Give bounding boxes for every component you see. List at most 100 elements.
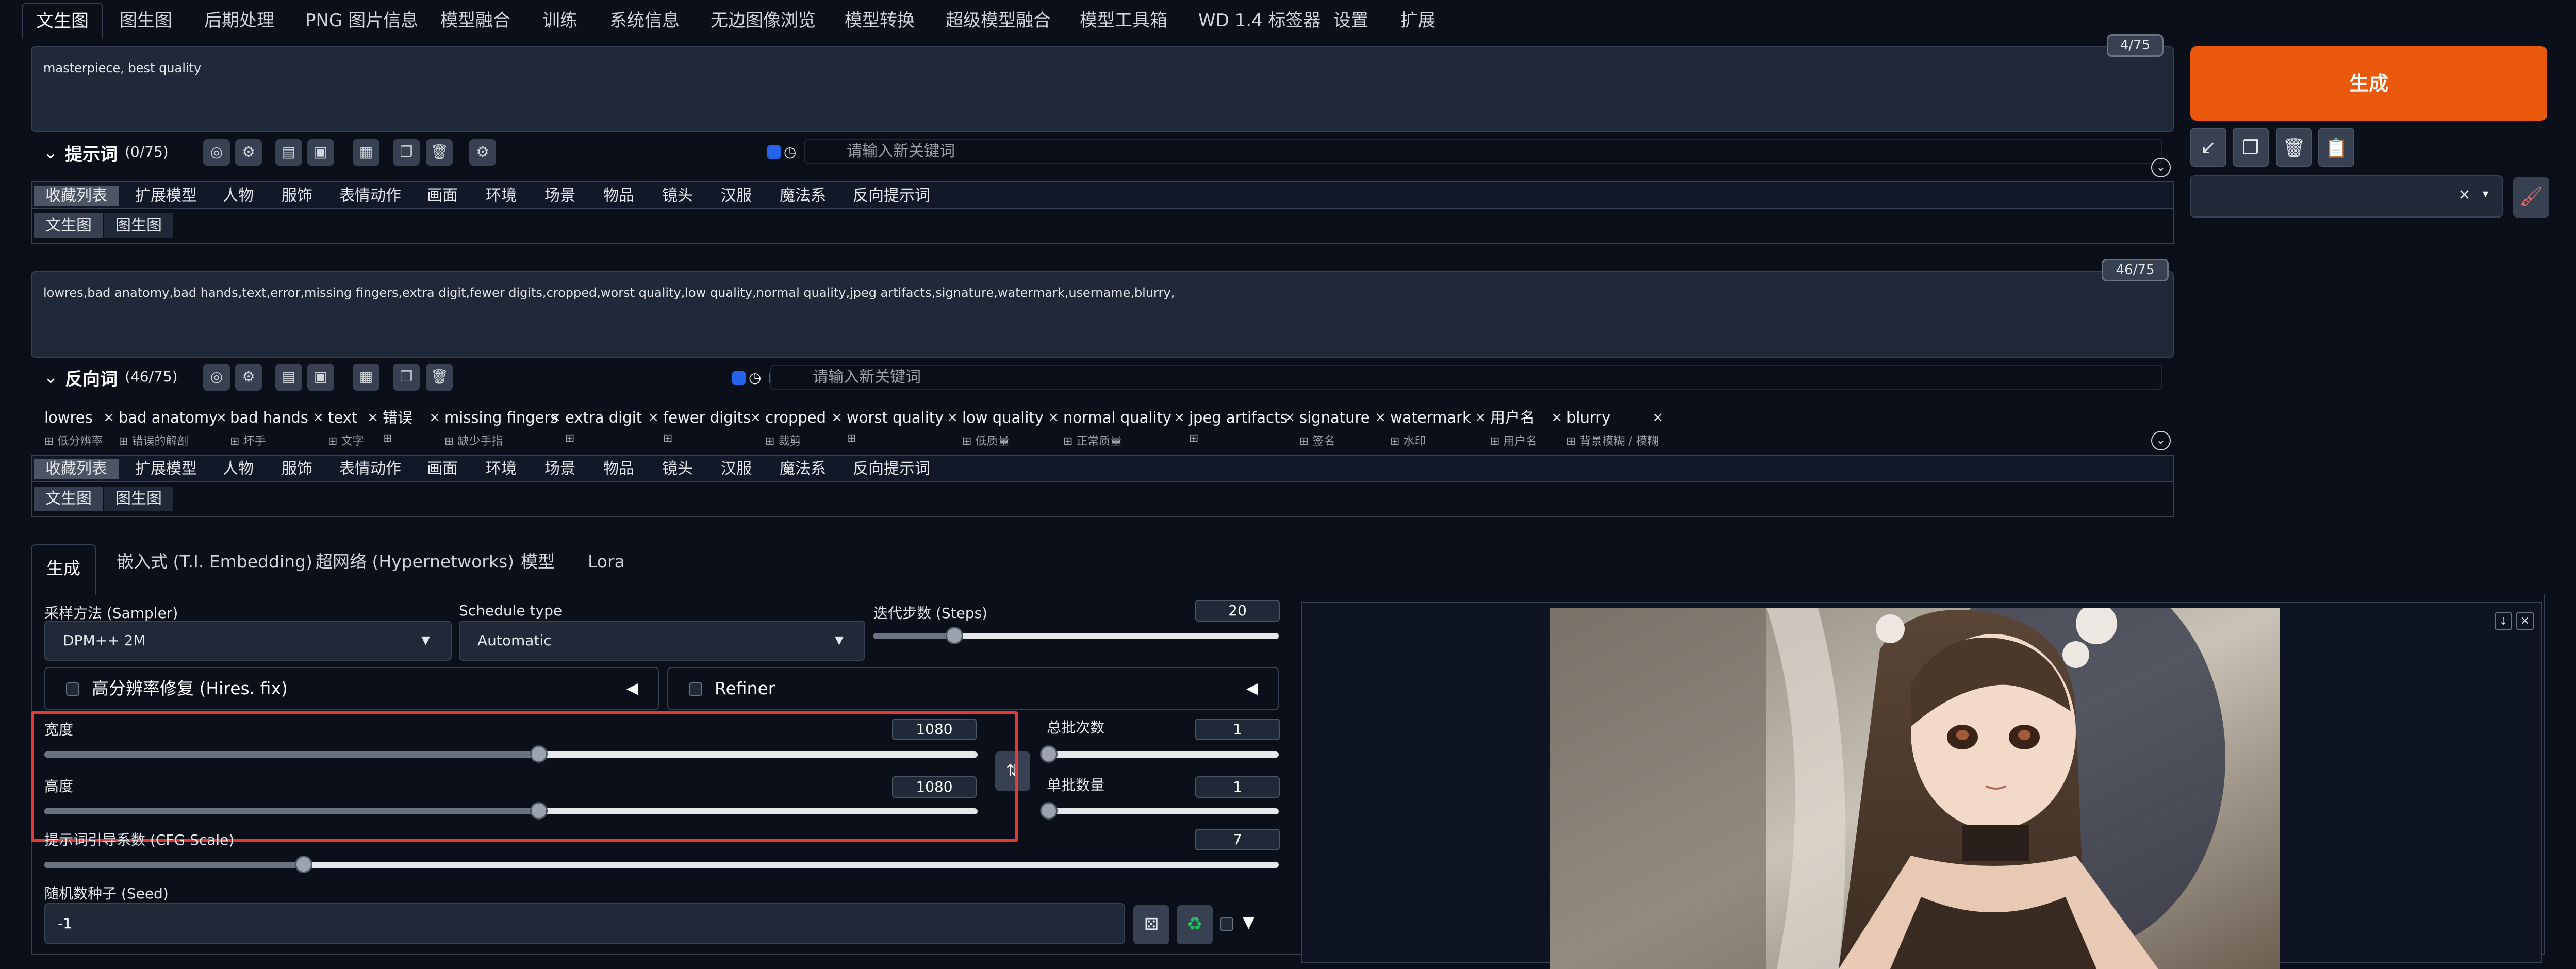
tag-chip[interactable]: jpeg artifacts × <box>1189 406 1295 429</box>
tag-chip[interactable]: 错误 × <box>383 406 440 429</box>
steps-input[interactable]: 20 <box>1195 600 1280 622</box>
hires-fix-accordion[interactable]: 高分辨率修复 (Hires. fix) ◀ <box>44 667 659 710</box>
tag-chip[interactable]: normal quality × <box>1063 406 1185 429</box>
tab-txt2img[interactable]: 文生图 <box>22 3 103 39</box>
tag-toggle-icon[interactable]: ⊞ <box>1490 435 1503 448</box>
remove-tag-icon[interactable]: × <box>1048 406 1059 429</box>
tab-settings[interactable]: 设置 <box>1333 7 1368 34</box>
tab-model-toolkit[interactable]: 模型工具箱 <box>1080 7 1167 34</box>
tag-chip[interactable]: text × <box>328 406 378 429</box>
panel-tab-lora[interactable]: Lora <box>588 546 625 577</box>
panel-tab-embedding[interactable]: 嵌入式 (T.I. Embedding) <box>117 546 312 577</box>
tag-chip[interactable]: signature × <box>1299 406 1386 429</box>
copy-icon[interactable]: ❐ <box>393 364 420 391</box>
tag-toggle-icon[interactable]: ⊞ <box>328 435 341 448</box>
remove-tag-icon[interactable]: × <box>550 406 561 429</box>
extra-seed-checkbox[interactable] <box>1220 917 1233 931</box>
tab-system-info[interactable]: 系统信息 <box>609 7 680 34</box>
panel-tab-model[interactable]: 模型 <box>521 546 555 577</box>
schedule-select[interactable]: Automatic ▼ <box>459 621 865 661</box>
tab-extensions[interactable]: 扩展 <box>1400 7 1435 34</box>
translate-icon[interactable]: ◎ <box>203 139 230 166</box>
sampler-select[interactable]: DPM++ 2M ▼ <box>44 621 452 661</box>
tag-toggle-icon[interactable]: ⊞ <box>847 432 856 445</box>
trash-icon[interactable]: 🗑 <box>426 139 453 166</box>
collapse-icon[interactable]: ⌄ <box>43 142 58 163</box>
cat-scene[interactable]: 场景 <box>544 459 575 479</box>
remove-tag-icon[interactable]: × <box>1652 406 1663 429</box>
tag-toggle-icon[interactable]: ⊞ <box>383 432 392 445</box>
tag-chip[interactable]: cropped × <box>765 406 843 429</box>
cat-favorites[interactable]: 收藏列表 <box>34 186 119 206</box>
tag-toggle-icon[interactable]: ⊞ <box>444 435 457 448</box>
reuse-seed-button[interactable]: ♻ <box>1177 905 1213 944</box>
remove-tag-icon[interactable]: × <box>429 406 440 429</box>
remove-tag-icon[interactable]: × <box>312 406 324 429</box>
tag-toggle-icon[interactable]: ⊞ <box>44 435 57 448</box>
styles-button[interactable]: 📋 <box>2318 128 2354 167</box>
random-seed-button[interactable]: ⚄ <box>1133 905 1169 944</box>
settings-icon[interactable]: ⚙ <box>469 139 496 166</box>
batch-size-slider-thumb[interactable] <box>1040 802 1058 820</box>
panel-tab-generate[interactable]: 生成 <box>31 544 96 595</box>
negative-keyword-input[interactable]: 请输入新关键词 <box>770 365 2162 390</box>
tag-toggle-icon[interactable]: ⊞ <box>765 435 778 448</box>
tag-toggle-icon[interactable]: ⊞ <box>565 432 574 445</box>
history-icon[interactable]: ▦ <box>353 139 379 166</box>
cfg-input[interactable]: 7 <box>1195 829 1280 850</box>
download-icon[interactable]: ⇣ <box>2495 612 2512 630</box>
subtab-img2img[interactable]: 图生图 <box>104 487 173 511</box>
close-icon[interactable]: × <box>2516 612 2534 630</box>
remove-tag-icon[interactable]: × <box>1174 406 1185 429</box>
batch-count-slider[interactable] <box>1040 745 1279 763</box>
cat-scene[interactable]: 场景 <box>544 186 575 206</box>
remove-tag-icon[interactable]: × <box>1375 406 1386 429</box>
cfg-slider[interactable] <box>44 856 1279 873</box>
tag-chip[interactable]: watermark × <box>1390 406 1486 429</box>
cat-clothing[interactable]: 服饰 <box>282 459 312 479</box>
cat-characters[interactable]: 人物 <box>223 459 254 479</box>
batch-size-slider[interactable] <box>1040 802 1279 820</box>
cat-objects[interactable]: 物品 <box>603 459 634 479</box>
chevron-down-icon[interactable]: ⌄ <box>2151 158 2171 177</box>
tag-chip[interactable]: fewer digits × <box>663 406 761 429</box>
hires-fix-checkbox[interactable] <box>66 682 79 696</box>
tab-png-info[interactable]: PNG 图片信息 <box>305 7 418 34</box>
tab-checkpoint-merger[interactable]: 模型融合 <box>440 7 510 34</box>
copy-icon[interactable]: ❐ <box>393 139 420 166</box>
cat-extension-models[interactable]: 扩展模型 <box>135 459 197 479</box>
tag-toggle-icon[interactable]: ⊞ <box>1299 435 1312 448</box>
import-icon[interactable]: ▣ <box>307 139 334 166</box>
tag-chip[interactable]: worst quality × <box>847 406 958 429</box>
cfg-slider-thumb[interactable] <box>294 856 312 873</box>
tag-chip[interactable]: blurry × <box>1566 406 1663 429</box>
remove-tag-icon[interactable]: × <box>750 406 761 429</box>
chevron-down-icon[interactable]: ⌄ <box>2151 431 2171 450</box>
cat-expressions[interactable]: 表情动作 <box>339 459 401 479</box>
paste-button[interactable]: ❐ <box>2233 128 2269 167</box>
export-icon[interactable]: ▤ <box>275 364 302 391</box>
subtab-txt2img[interactable]: 文生图 <box>34 487 103 511</box>
tag-chip[interactable]: lowres × <box>44 406 114 429</box>
remove-tag-icon[interactable]: × <box>1551 406 1562 429</box>
steps-slider[interactable] <box>873 627 1279 644</box>
cat-environment[interactable]: 环境 <box>486 186 517 206</box>
cat-environment[interactable]: 环境 <box>486 459 517 479</box>
batch-count-slider-thumb[interactable] <box>1040 745 1058 763</box>
collapse-icon[interactable]: ⌄ <box>43 367 58 388</box>
read-params-button[interactable]: ↙ <box>2190 128 2226 167</box>
refiner-checkbox[interactable] <box>689 682 702 696</box>
tag-toggle-icon[interactable]: ⊞ <box>962 435 975 448</box>
negative-prompt-textarea[interactable]: lowres,bad anatomy,bad hands,text,error,… <box>31 271 2174 358</box>
translate-icon[interactable]: ◎ <box>203 364 230 391</box>
remove-tag-icon[interactable]: × <box>1284 406 1295 429</box>
cat-extension-models[interactable]: 扩展模型 <box>135 186 197 206</box>
cat-clothing[interactable]: 服饰 <box>282 186 312 206</box>
cat-hanfu[interactable]: 汉服 <box>721 459 752 479</box>
keyword-checkbox-1[interactable] <box>767 145 781 159</box>
tag-chip[interactable]: low quality × <box>962 406 1059 429</box>
export-icon[interactable]: ▤ <box>275 139 302 166</box>
tag-toggle-icon[interactable]: ⊞ <box>230 435 243 448</box>
tag-chip[interactable]: missing fingers × <box>444 406 561 429</box>
prompt-keyword-input[interactable]: 请输入新关键词 <box>804 139 2162 164</box>
